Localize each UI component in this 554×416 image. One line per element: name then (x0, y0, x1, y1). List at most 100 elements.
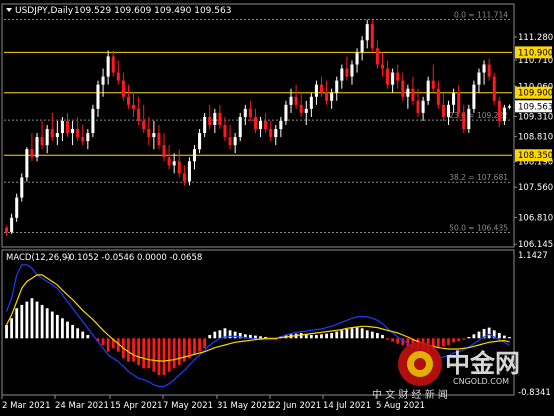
candle-body (45, 129, 49, 146)
candle-body (142, 120, 146, 130)
candle-body (259, 120, 263, 130)
candle-body (35, 137, 39, 158)
candle-body (294, 96, 298, 105)
candle-body (152, 133, 156, 138)
candle-body (132, 104, 136, 109)
macd-label: MACD(12,26,9) (6, 253, 71, 263)
fib-label: 0.0 = 111.714 (454, 11, 508, 20)
candle-body (208, 116, 212, 125)
candle-body (411, 88, 415, 101)
candle-body (482, 64, 486, 73)
watermark-tagline: 中 文 财 经 新 闻 (372, 388, 448, 401)
candle-body (248, 108, 252, 117)
x-tick-label: 7 May 2021 (163, 401, 213, 411)
candle-body (81, 137, 85, 142)
candle-body (264, 120, 268, 130)
candle-body (203, 116, 207, 134)
candle-body (65, 120, 70, 134)
macd-axis-bottom: -0.8341 (518, 388, 551, 398)
fib-label: 50.0 = 106.435 (449, 223, 508, 232)
candle-body (15, 197, 19, 218)
candle-body (472, 84, 476, 109)
candle-body (502, 107, 506, 121)
y-tick-label: 106.810 (518, 213, 553, 223)
candle-body (76, 129, 80, 138)
candle-body (284, 104, 288, 121)
candle-body (157, 133, 161, 146)
candle-body (441, 104, 445, 117)
candle-body (121, 80, 125, 97)
candle-body (335, 80, 339, 93)
candle-body (223, 124, 227, 138)
candle-body (213, 112, 217, 125)
current-price-label: 109.563 (518, 102, 553, 112)
level-tag-label: 110.900 (518, 48, 553, 58)
symbol-info: USDJPY,Daily (15, 6, 74, 16)
y-tick-label: 106.145 (518, 240, 553, 250)
candle-body (319, 84, 324, 93)
watermark-logo-dot-icon (414, 358, 426, 370)
candle-body (96, 84, 100, 109)
chart-root: 0.0 = 111.714 23.6 = 109.222 38.2 = 107.68… (0, 0, 554, 412)
ohlc-values: 109.529 109.609 109.490 109.563 (74, 6, 231, 16)
candle-body (492, 76, 496, 101)
candle-body (386, 68, 390, 85)
candle-body (497, 100, 501, 121)
candle-body (477, 72, 481, 85)
candle-body (162, 145, 166, 158)
candle-body (299, 104, 303, 113)
x-tick-label: 5 Aug 2021 (376, 401, 425, 411)
candle-body (55, 133, 59, 138)
candle-body (147, 129, 151, 138)
candle-body (314, 84, 318, 97)
y-axis: 111.280110.710110.060109.310108.810108.1… (514, 33, 553, 250)
candle-body (167, 157, 171, 166)
level-tag-label: 108.350 (518, 151, 553, 161)
candle-body (375, 48, 379, 65)
candle-body (101, 76, 105, 85)
candle-body (243, 108, 247, 117)
candle-body (431, 80, 435, 89)
candle-body (350, 64, 354, 77)
candle-body (446, 104, 451, 117)
x-tick-label: 15 Apr 2021 (110, 401, 163, 411)
candle-body (238, 116, 242, 138)
candle-body (233, 137, 237, 146)
candle-body (60, 120, 64, 134)
candle-body (137, 108, 141, 121)
candle-body (91, 108, 95, 134)
candle-body (187, 161, 191, 182)
candle-body (360, 40, 364, 53)
candle-body (304, 108, 308, 113)
candle-body (50, 129, 54, 138)
candle-body (452, 92, 456, 105)
candle-body (269, 129, 273, 138)
candle-body (111, 56, 115, 73)
candle-body (467, 108, 471, 130)
candle-body (253, 116, 257, 130)
candle-body (396, 72, 400, 81)
candle-body (274, 129, 278, 138)
x-tick-label: 24 Mar 2021 (55, 401, 109, 411)
candle-body (40, 137, 44, 146)
y-tick-label: 109.310 (518, 113, 553, 123)
y-tick-label: 111.280 (518, 33, 553, 43)
candle-body (106, 56, 110, 77)
candle-body (436, 88, 440, 105)
candle-body (5, 227, 9, 232)
x-tick-label: 31 May 2021 (217, 401, 272, 411)
candle-body (355, 52, 359, 65)
candle-body (172, 161, 176, 166)
candle-body (487, 64, 491, 77)
candle-body (457, 92, 461, 113)
level-tag-label: 109.900 (518, 89, 553, 99)
fib-label: 38.2 = 107.681 (449, 173, 508, 182)
candle-body (30, 149, 34, 158)
x-tick-label: 22 Jun 2021 (270, 401, 321, 411)
candle-body (279, 120, 283, 130)
macd-values: -0.1052 -0.0546 0.0000 -0.0658 (66, 253, 202, 263)
candle-body (345, 68, 349, 77)
candle-body (10, 217, 14, 232)
candle-body (228, 137, 232, 146)
candle-body (198, 133, 202, 150)
